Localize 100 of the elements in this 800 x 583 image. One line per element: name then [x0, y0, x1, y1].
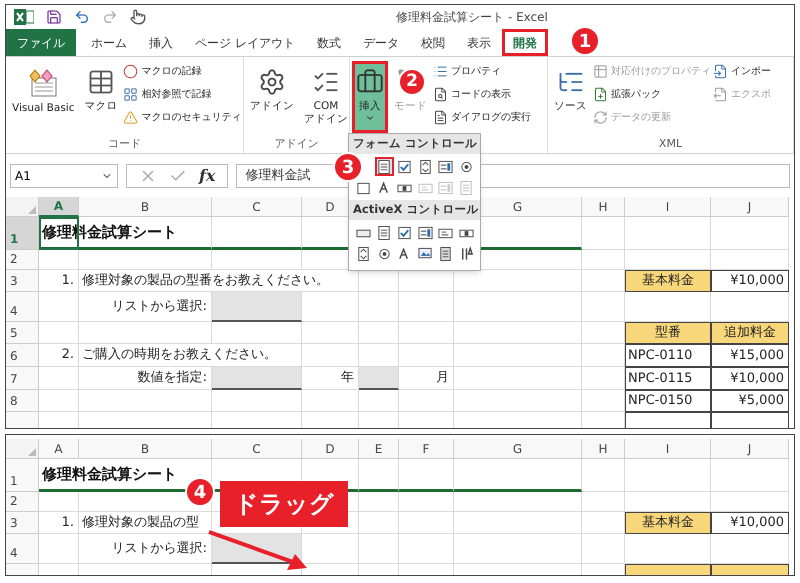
sheet-cell: [359, 322, 399, 344]
refresh-icon: [593, 110, 608, 125]
save-icon[interactable]: [46, 9, 62, 25]
ribbon-button[interactable]: マクロ: [83, 64, 118, 130]
column-header[interactable]: C: [212, 197, 302, 217]
sheet-cell: [359, 459, 399, 492]
ribbon-button[interactable]: 相対参照で記録: [123, 84, 242, 105]
import-icon: [713, 64, 728, 79]
sheet-cell: [399, 459, 454, 492]
ribbon-button[interactable]: インポー: [713, 61, 771, 82]
column-header[interactable]: C: [212, 439, 302, 459]
ribbon-button[interactable]: 拡張パック: [593, 84, 711, 105]
sheet-cell: [399, 512, 454, 534]
spreadsheet-app-icon[interactable]: [14, 9, 34, 25]
row-header[interactable]: 8: [6, 390, 39, 412]
sheet-cell: 月: [399, 367, 454, 390]
export-icon: [713, 87, 728, 102]
warning-icon: [123, 110, 138, 125]
column-header[interactable]: B: [79, 197, 212, 217]
row-header[interactable]: 4: [6, 534, 39, 564]
ribbon-tab[interactable]: 表示: [456, 29, 502, 56]
sheet-cell: [359, 492, 399, 512]
sheet-cell: [39, 250, 79, 270]
gear-icon: [258, 68, 286, 96]
column-header[interactable]: J: [711, 439, 789, 459]
ribbon-button[interactable]: アドイン: [249, 64, 295, 130]
column-header[interactable]: F: [399, 439, 454, 459]
corner-cell[interactable]: [6, 439, 39, 459]
ribbon-tab[interactable]: 校閲: [410, 29, 456, 56]
column-header[interactable]: B: [79, 439, 212, 459]
table-cell: NPC-0150: [625, 390, 711, 412]
ribbon-button[interactable]: マクロの記録: [123, 61, 242, 82]
sheet-cell: 1.: [39, 270, 79, 292]
header-cell: 型番: [625, 322, 711, 344]
sheet-cell: [39, 534, 79, 564]
grid-icon: [123, 87, 138, 102]
ribbon-button[interactable]: 挿入: [355, 64, 385, 130]
column-header[interactable]: I: [625, 197, 711, 217]
column-header[interactable]: J: [711, 197, 789, 217]
column-header[interactable]: G: [454, 439, 582, 459]
ribbon-tab[interactable]: 数式: [306, 29, 352, 56]
row-header[interactable]: 3: [6, 512, 39, 534]
column-header[interactable]: A: [39, 197, 79, 217]
corner-cell[interactable]: [6, 197, 39, 217]
column-header[interactable]: D: [302, 439, 359, 459]
row-header[interactable]: 1: [6, 459, 39, 492]
touch-icon[interactable]: [130, 9, 146, 25]
combo-box-icon: [376, 224, 392, 240]
undo-icon[interactable]: [74, 9, 90, 25]
row-header[interactable]: 5: [6, 322, 39, 344]
sheet-cell: [399, 390, 454, 412]
column-header[interactable]: I: [625, 439, 711, 459]
row-header[interactable]: 7: [6, 367, 39, 390]
function-button[interactable]: fx: [199, 164, 216, 188]
table-cell: NPC-0110: [625, 344, 711, 367]
column-header[interactable]: E: [359, 439, 399, 459]
ribbon-tab[interactable]: データ: [352, 29, 410, 56]
ribbon-button[interactable]: マクロのセキュリティ: [123, 107, 242, 128]
row-header[interactable]: 2: [6, 250, 39, 270]
row-header[interactable]: 6: [6, 344, 39, 367]
row-header[interactable]: 3: [6, 270, 39, 292]
sheet-cell: [39, 322, 79, 344]
ribbon-button[interactable]: COM アドイン: [303, 64, 349, 130]
checkbox-icon: [397, 158, 412, 174]
row-header[interactable]: 2: [6, 492, 39, 512]
sheet-cell: [39, 367, 79, 390]
sheet-cell: [302, 344, 359, 367]
column-header[interactable]: A: [39, 439, 79, 459]
ribbon-button[interactable]: プロパティ: [433, 61, 531, 82]
row-header[interactable]: 4: [6, 292, 39, 322]
table-cell: ¥10,000: [711, 367, 789, 390]
document-icon: [433, 110, 448, 125]
table-cell: ¥5,000: [711, 390, 789, 412]
table-cell: ¥15,000: [711, 344, 789, 367]
name-box[interactable]: A1: [10, 164, 118, 188]
sheet-cell: [582, 292, 625, 322]
ribbon-button[interactable]: コードの表示: [433, 84, 531, 105]
ribbon-tab[interactable]: 開発: [502, 29, 548, 56]
sheet-cell: [399, 322, 454, 344]
ribbon-button[interactable]: Visual Basic: [11, 64, 76, 130]
sheet-cell: 修理対象の製品の型: [79, 512, 212, 534]
sheet-cell: [39, 390, 79, 412]
ribbon-button[interactable]: ソース: [553, 64, 588, 130]
ribbon-tab[interactable]: ホーム: [80, 29, 138, 56]
group-label: コード: [108, 136, 141, 152]
control-tool[interactable]: [374, 157, 394, 176]
sheet-cell: [582, 492, 625, 512]
header-cell: 追加料金: [711, 322, 789, 344]
ribbon-tab[interactable]: ファイル: [6, 29, 76, 56]
table-cell: ¥10,000: [711, 512, 789, 534]
ribbon-tab[interactable]: ページ レイアウト: [184, 29, 306, 56]
ribbon-tab[interactable]: 挿入: [138, 29, 184, 56]
sheet-cell: [302, 322, 359, 344]
row-header[interactable]: 1: [6, 217, 39, 250]
sheet-cell: [582, 217, 625, 250]
toggle-icon: [438, 246, 453, 262]
column-header[interactable]: H: [582, 439, 625, 459]
ribbon-button[interactable]: ダイアログの実行: [433, 107, 531, 128]
column-header[interactable]: H: [582, 197, 625, 217]
sheet-cell: [399, 344, 454, 367]
